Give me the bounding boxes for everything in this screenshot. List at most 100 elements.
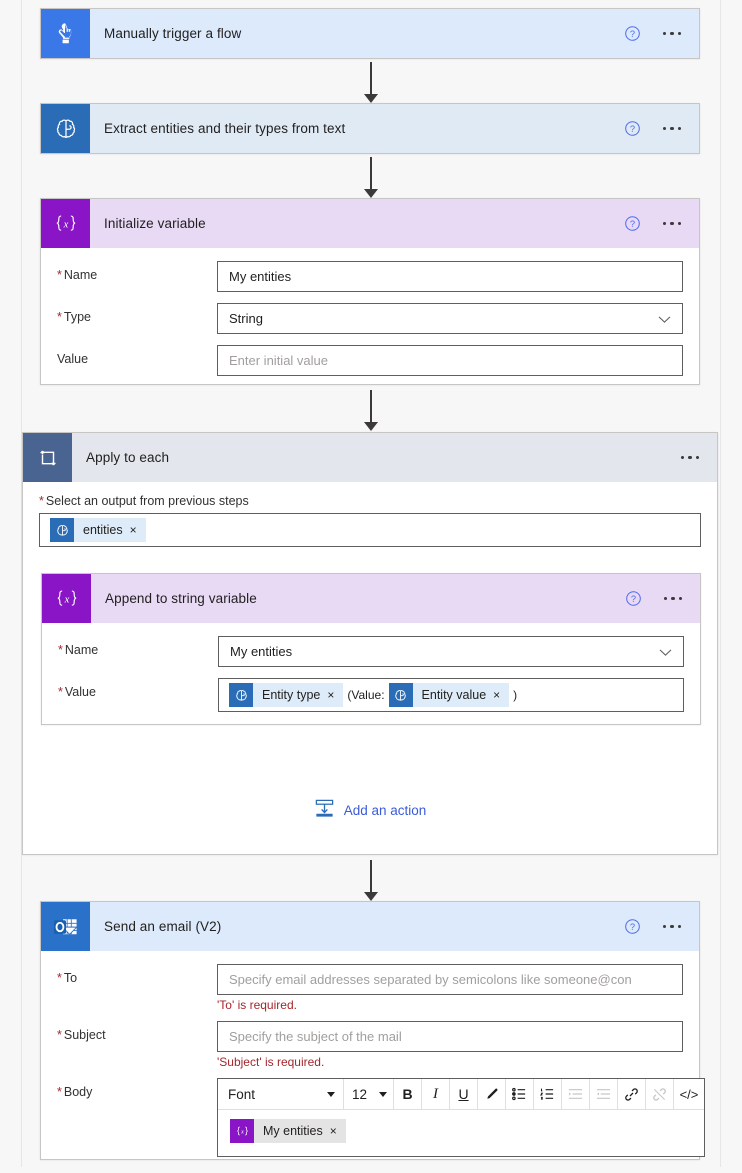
token-label: My entities xyxy=(263,1124,323,1138)
flow-designer-canvas: Manually trigger a flow ? Extract entiti… xyxy=(0,0,742,1167)
value-token-input[interactable]: Entity type × (Value: Entity value ×) xyxy=(218,678,684,712)
card-header[interactable]: x Append to string variable ? xyxy=(42,574,700,623)
ellipsis-icon[interactable] xyxy=(663,596,682,601)
variable-braces-icon: x xyxy=(230,1119,254,1143)
select-output-input[interactable]: entities × xyxy=(39,513,701,547)
font-family-select[interactable]: Font xyxy=(218,1079,344,1109)
field-label-name: * Name xyxy=(58,643,99,657)
card-header-actions: ? xyxy=(624,25,700,42)
svg-text:?: ? xyxy=(630,594,635,604)
bulleted-list-icon[interactable] xyxy=(506,1079,534,1109)
token-remove-icon[interactable]: × xyxy=(130,523,146,537)
body-rich-text-editor[interactable]: Font 12 B I U </> x My entities × xyxy=(217,1078,705,1157)
form-row-name: * Name My entities xyxy=(58,636,684,667)
name-input[interactable]: My entities xyxy=(217,261,683,292)
italic-icon[interactable]: I xyxy=(422,1079,450,1109)
subject-input[interactable]: Specify the subject of the mail xyxy=(217,1021,683,1052)
ellipsis-icon[interactable] xyxy=(662,31,681,36)
type-select[interactable]: String xyxy=(217,303,683,334)
body-editor-area[interactable]: x My entities × xyxy=(218,1110,704,1156)
help-circle-icon[interactable]: ? xyxy=(624,215,641,232)
card-header[interactable]: Send an email (V2) ? xyxy=(41,902,699,951)
required-asterisk: * xyxy=(57,268,62,282)
svg-text:x: x xyxy=(240,1129,244,1135)
required-asterisk: * xyxy=(57,1028,62,1042)
caret-down-icon xyxy=(379,1091,387,1097)
step-card-extract-entities[interactable]: Extract entities and their types from te… xyxy=(40,103,700,154)
ellipsis-icon[interactable] xyxy=(662,924,681,929)
ellipsis-icon[interactable] xyxy=(662,221,681,226)
outdent-icon[interactable] xyxy=(590,1079,618,1109)
card-header[interactable]: Manually trigger a flow ? xyxy=(41,9,699,58)
token-entity-type[interactable]: Entity type × xyxy=(229,683,344,707)
form-row-subject: * Subject Specify the subject of the mail… xyxy=(57,1021,683,1070)
help-circle-icon[interactable]: ? xyxy=(624,25,641,42)
token-remove-icon[interactable]: × xyxy=(493,688,509,702)
card-header[interactable]: Apply to each xyxy=(23,433,717,482)
rte-toolbar: Font 12 B I U </> xyxy=(218,1079,704,1110)
ellipsis-icon[interactable] xyxy=(680,455,699,460)
subject-input-placeholder: Specify the subject of the mail xyxy=(229,1029,402,1044)
card-body: * To Specify email addresses separated by… xyxy=(41,951,705,1173)
variable-name-select[interactable]: My entities xyxy=(218,636,684,667)
chevron-down-icon xyxy=(658,311,671,326)
step-card-initialize-variable[interactable]: x Initialize variable ? * Name My entiti… xyxy=(40,198,700,385)
card-title: Initialize variable xyxy=(104,216,206,231)
text-color-pencil-icon[interactable] xyxy=(478,1079,506,1109)
connector-arrow xyxy=(364,860,378,901)
token-my-entities[interactable]: x My entities × xyxy=(230,1119,346,1143)
svg-text:x: x xyxy=(63,594,69,605)
value-input[interactable]: Enter initial value xyxy=(217,345,683,376)
card-header-actions: ? xyxy=(624,918,700,935)
step-card-append-to-string-variable[interactable]: x Append to string variable ? * Name My … xyxy=(41,573,701,725)
form-row-name: * Name My entities xyxy=(57,261,683,292)
token-entity-value[interactable]: Entity value × xyxy=(388,683,510,707)
brain-ai-icon xyxy=(388,683,413,707)
card-body: * Name My entities * Type String Value E… xyxy=(41,248,699,392)
add-action-label: Add an action xyxy=(343,802,427,818)
scope-card-apply-to-each[interactable]: Apply to each * Select an output from pre… xyxy=(22,432,718,855)
step-card-send-an-email[interactable]: Send an email (V2) ? * To Specify email a… xyxy=(40,901,705,1160)
card-header[interactable]: x Initialize variable ? xyxy=(41,199,699,248)
to-input[interactable]: Specify email addresses separated by sem… xyxy=(217,964,683,995)
field-label-value: * Value xyxy=(58,685,96,699)
brain-ai-icon xyxy=(50,518,74,542)
card-title: Apply to each xyxy=(86,450,170,465)
card-header-actions xyxy=(680,455,718,460)
token-label: Entity value xyxy=(421,688,487,702)
token-remove-icon[interactable]: × xyxy=(327,688,343,702)
unlink-icon[interactable] xyxy=(646,1079,674,1109)
card-header[interactable]: Extract entities and their types from te… xyxy=(41,104,699,153)
numbered-list-icon[interactable] xyxy=(534,1079,562,1109)
svg-text:?: ? xyxy=(629,922,634,932)
font-size-value: 12 xyxy=(352,1086,368,1102)
step-card-manually-trigger-a-flow[interactable]: Manually trigger a flow ? xyxy=(40,8,700,59)
card-header-actions: ? xyxy=(625,590,701,607)
required-asterisk: * xyxy=(39,494,44,508)
value-input-placeholder: Enter initial value xyxy=(229,353,328,368)
code-view-icon[interactable]: </> xyxy=(674,1079,704,1109)
help-circle-icon[interactable]: ? xyxy=(624,918,641,935)
font-size-select[interactable]: 12 xyxy=(344,1079,394,1109)
bold-icon[interactable]: B xyxy=(394,1079,422,1109)
token-label: Entity type xyxy=(262,688,321,702)
link-icon[interactable] xyxy=(618,1079,646,1109)
brain-ai-icon xyxy=(41,104,90,153)
indent-icon[interactable] xyxy=(562,1079,590,1109)
add-action-button[interactable]: Add an action xyxy=(23,798,717,822)
token-entities[interactable]: entities × xyxy=(50,518,146,542)
field-label-name: * Name xyxy=(57,268,98,282)
underline-icon[interactable]: U xyxy=(450,1079,478,1109)
form-row-type: * Type String xyxy=(57,303,683,334)
help-circle-icon[interactable]: ? xyxy=(625,590,642,607)
select-output-label: * Select an output from previous steps xyxy=(39,494,249,508)
svg-text:?: ? xyxy=(629,124,634,134)
token-remove-icon[interactable]: × xyxy=(330,1124,346,1138)
help-circle-icon[interactable]: ? xyxy=(624,120,641,137)
ellipsis-icon[interactable] xyxy=(662,126,681,131)
form-row-value: * Value Entity type × (Value: Entity val… xyxy=(58,678,684,712)
brain-ai-icon xyxy=(229,683,253,707)
token-label: entities xyxy=(83,523,123,537)
form-row-to: * To Specify email addresses separated by… xyxy=(57,964,683,1013)
field-label-body: * Body xyxy=(57,1085,93,1099)
